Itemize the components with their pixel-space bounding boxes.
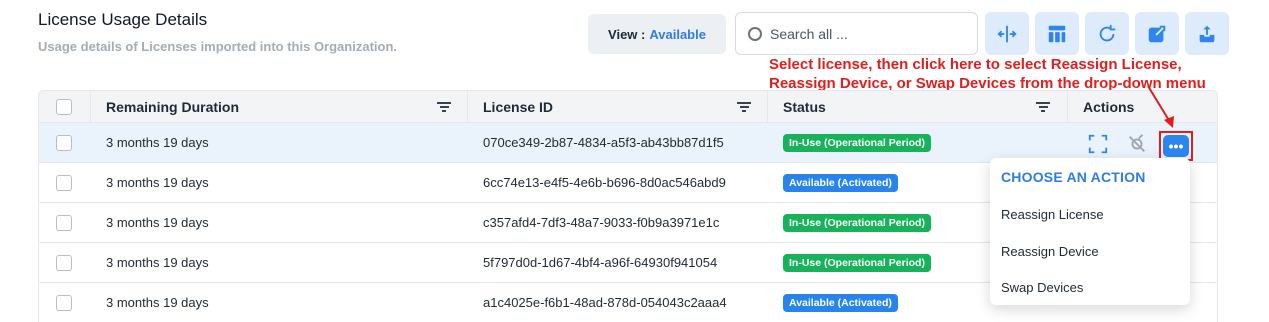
- filter-icon[interactable]: [737, 101, 751, 112]
- status-badge: Available (Activated): [783, 173, 898, 192]
- upload-button[interactable]: [1185, 12, 1229, 55]
- page-title: License Usage Details: [38, 10, 208, 29]
- search-icon: [748, 26, 762, 41]
- column-header-actions: Actions: [1083, 98, 1135, 115]
- duration-cell: 3 months 19 days: [106, 175, 209, 190]
- view-label: View :: [608, 26, 646, 42]
- filter-icon[interactable]: [1036, 101, 1050, 112]
- filter-icon[interactable]: [437, 101, 451, 112]
- status-badge: In-Use (Operational Period): [783, 133, 931, 152]
- action-dropdown-menu: CHOOSE AN ACTION Reassign License Reassi…: [990, 158, 1190, 305]
- duration-cell: 3 months 19 days: [106, 255, 209, 270]
- export-button[interactable]: [1135, 12, 1179, 55]
- more-icon: •••: [1163, 135, 1189, 157]
- menu-item-swap-devices[interactable]: Swap Devices: [1001, 280, 1083, 295]
- menu-item-reassign-device[interactable]: Reassign Device: [1001, 244, 1099, 259]
- table-header: Remaining Duration License ID Status Act…: [39, 91, 1217, 123]
- column-header-license-id[interactable]: License ID: [483, 99, 553, 115]
- page-subtitle: Usage details of Licenses imported into …: [38, 39, 398, 54]
- row-checkbox[interactable]: [56, 174, 72, 191]
- status-badge: In-Use (Operational Period): [783, 213, 931, 232]
- column-header-duration[interactable]: Remaining Duration: [106, 99, 239, 115]
- row-checkbox[interactable]: [56, 254, 72, 271]
- duration-cell: 3 months 19 days: [106, 295, 209, 310]
- search-box[interactable]: [735, 12, 978, 55]
- annotation-line-1: Select license, then click here to selec…: [769, 56, 1182, 73]
- upload-icon: [1199, 25, 1215, 42]
- duration-cell: 3 months 19 days: [106, 215, 209, 230]
- license-id-cell: 5f797d0d-1d67-4bf4-a96f-64930f941054: [483, 255, 718, 270]
- license-id-cell: 6cc74e13-e4f5-4e6b-b696-8d0ac546abd9: [483, 175, 726, 190]
- more-actions-button[interactable]: •••: [1159, 131, 1193, 161]
- refresh-button[interactable]: [1085, 12, 1129, 55]
- unlink-icon[interactable]: [1126, 133, 1148, 155]
- annotation-arrow: [1147, 85, 1174, 128]
- view-value: Available: [649, 26, 706, 42]
- column-header-status[interactable]: Status: [783, 99, 826, 115]
- row-checkbox[interactable]: [56, 214, 72, 231]
- duration-cell: 3 months 19 days: [106, 135, 209, 150]
- status-badge: In-Use (Operational Period): [783, 253, 931, 272]
- refresh-icon: [1099, 24, 1116, 41]
- row-checkbox[interactable]: [56, 294, 72, 311]
- menu-heading: CHOOSE AN ACTION: [1001, 169, 1146, 185]
- split-columns-icon: [997, 25, 1017, 42]
- layout-icon: [1048, 25, 1066, 42]
- search-input[interactable]: [770, 25, 960, 42]
- status-badge: Available (Activated): [783, 293, 898, 312]
- menu-item-reassign-license[interactable]: Reassign License: [1001, 207, 1104, 222]
- row-checkbox[interactable]: [56, 134, 72, 151]
- fullscreen-icon[interactable]: [1087, 133, 1109, 155]
- split-columns-button[interactable]: [985, 12, 1029, 55]
- table-row[interactable]: 3 months 19 days 070ce349-2b87-4834-a5f3…: [39, 123, 1217, 163]
- license-id-cell: c357afd4-7df3-48a7-9033-f0b9a3971e1c: [483, 215, 720, 230]
- select-all-checkbox[interactable]: [56, 98, 72, 115]
- layout-button[interactable]: [1035, 12, 1079, 55]
- export-icon: [1148, 25, 1166, 42]
- license-id-cell: 070ce349-2b87-4834-a5f3-ab43bb87d1f5: [483, 135, 724, 150]
- view-filter-button[interactable]: View : Available: [588, 14, 726, 54]
- license-id-cell: a1c4025e-f6b1-48ad-878d-054043c2aaa4: [483, 295, 727, 310]
